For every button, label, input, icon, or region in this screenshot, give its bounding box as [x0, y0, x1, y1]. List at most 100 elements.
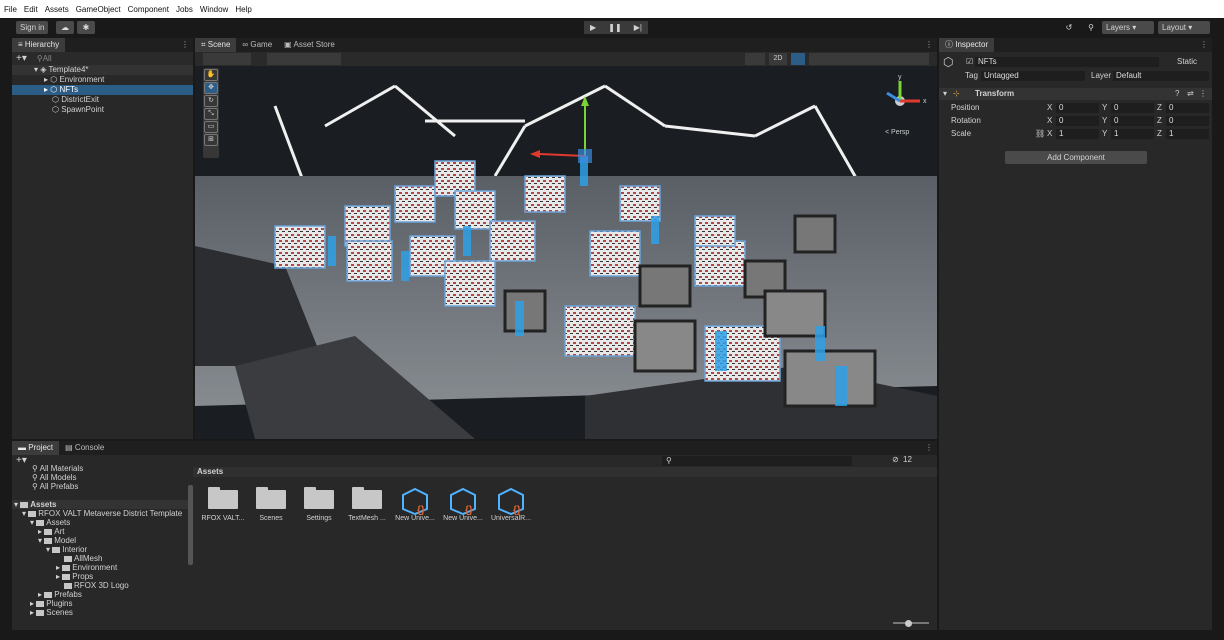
panel-menu-icon[interactable]: ⋮ [1200, 38, 1208, 52]
scene-viewport[interactable]: y x < Persp [195, 66, 937, 439]
tree-item[interactable]: RFOX 3D Logo [12, 581, 202, 590]
history-icon[interactable]: ↺ [1062, 21, 1076, 34]
tag-dropdown[interactable]: Untagged [981, 71, 1085, 81]
panel-menu-icon[interactable]: ⋮ [925, 38, 933, 52]
asset-folder-scenes[interactable]: Scenes [249, 487, 293, 522]
rotation-z-field[interactable]: 0 [1166, 116, 1209, 126]
rotation-x-field[interactable]: 0 [1056, 116, 1099, 126]
visibility-icon[interactable]: ⊘ [892, 455, 899, 464]
signin-button[interactable]: Sign in [16, 21, 49, 34]
presets-icon[interactable]: ⇌ [1187, 88, 1194, 100]
menu-gameobject[interactable]: GameObject [76, 5, 121, 14]
hidden-count: 12 [903, 455, 912, 464]
asset-render-pipeline-1[interactable]: {} New Unive... [393, 487, 437, 522]
asset-folder-rfox[interactable]: RFOX VALT... [201, 487, 245, 522]
help-icon[interactable]: ? [1175, 88, 1179, 100]
tree-item[interactable]: ▸ Props [12, 572, 202, 581]
scale-row: Scale ⛓ X 1 Y 1 Z 1 [939, 128, 1212, 140]
hierarchy-search-input[interactable]: All [43, 54, 52, 63]
scale-tool-icon[interactable]: ⤡ [204, 108, 218, 120]
tree-item[interactable]: ▾ Assets [12, 518, 202, 527]
layout-dropdown[interactable]: Layout ▾ [1158, 21, 1210, 34]
menu-edit[interactable]: Edit [24, 5, 38, 14]
game-tab-label: Game [250, 40, 273, 49]
object-name-field[interactable]: NFTs [975, 57, 1159, 67]
breadcrumb[interactable]: Assets [193, 467, 937, 477]
tree-item[interactable]: ▸ Art [12, 527, 202, 536]
pause-icon[interactable]: ❚❚ [608, 23, 621, 32]
transform-tool-icon[interactable]: ⊞ [204, 134, 218, 146]
mode-2d-button[interactable]: 2D [769, 53, 787, 65]
tree-item[interactable]: ▾ Model [12, 536, 202, 545]
tab-inspector[interactable]: ⓘ Inspector [939, 38, 995, 52]
shading-dropdown[interactable] [745, 53, 765, 65]
transform-header[interactable]: ▾ ⊹ Transform ? ⇌ ⋮ [939, 88, 1212, 100]
hierarchy-item-spawnpoint[interactable]: ⬡ SpawnPoint [12, 105, 193, 115]
tree-item[interactable]: ▾ RFOX VALT Metaverse District Template [12, 509, 202, 518]
tree-item[interactable]: ▸ Environment [12, 563, 202, 572]
asset-folder-textmesh[interactable]: TextMesh ... [345, 487, 389, 522]
scale-z-field[interactable]: 1 [1166, 129, 1209, 139]
context-menu-icon[interactable]: ⋮ [1199, 88, 1207, 100]
position-z-field[interactable]: 0 [1166, 103, 1209, 113]
panel-menu-icon[interactable]: ⋮ [925, 441, 933, 455]
tab-scene[interactable]: ⌗ Scene [195, 38, 237, 52]
favorite-item[interactable]: ⚲ All Prefabs [12, 482, 202, 491]
tab-console[interactable]: ▤ Console [59, 441, 110, 455]
menu-assets[interactable]: Assets [45, 5, 69, 14]
step-icon[interactable]: ▶| [634, 23, 642, 32]
tree-item-assets[interactable]: ▾ Assets [12, 500, 202, 509]
hierarchy-item-districtexit[interactable]: ⬡ DistrictExit [12, 95, 193, 105]
add-component-button[interactable]: Add Component [1005, 151, 1147, 164]
link-icon[interactable]: ⛓ [1035, 128, 1045, 140]
rect-tool-icon[interactable]: ▭ [204, 121, 218, 133]
menu-file[interactable]: File [4, 5, 17, 14]
hand-tool-icon[interactable]: ✋ [204, 69, 218, 81]
tab-project[interactable]: ▬ Project [12, 441, 60, 455]
tree-item[interactable]: ▸ Prefabs [12, 590, 202, 599]
menu-window[interactable]: Window [200, 5, 228, 14]
position-y-field[interactable]: 0 [1111, 103, 1154, 113]
project-search-input[interactable]: ⚲ [662, 456, 852, 466]
snap-tools[interactable] [267, 53, 341, 65]
play-icon[interactable]: ▶ [590, 23, 596, 32]
rotate-tool-icon[interactable]: ↻ [204, 95, 218, 107]
menu-help[interactable]: Help [235, 5, 251, 14]
layer-dropdown[interactable]: Default [1113, 71, 1209, 81]
asset-render-pipeline-2[interactable]: {} New Unive... [441, 487, 485, 522]
asset-render-pipeline-3[interactable]: {} UniversalR... [489, 487, 533, 522]
rotation-y-field[interactable]: 0 [1111, 116, 1154, 126]
layers-dropdown[interactable]: Layers ▾ [1102, 21, 1154, 34]
search-icon[interactable]: ⚲ [1084, 21, 1098, 34]
add-icon[interactable]: +▾ [16, 53, 27, 64]
tree-item[interactable]: ▸ Scenes [12, 608, 202, 617]
menu-component[interactable]: Component [128, 5, 169, 14]
asset-folder-settings[interactable]: Settings [297, 487, 341, 522]
tree-item[interactable]: ▾ Interior [12, 545, 202, 554]
favorite-item[interactable]: ⚲ All Models [12, 473, 202, 482]
hierarchy-scene-row[interactable]: ▾ ◈ Template4* [12, 65, 193, 75]
scale-x-field[interactable]: 1 [1056, 129, 1099, 139]
cloud-icon[interactable]: ☁ [56, 21, 74, 34]
tab-game[interactable]: ∞ Game [236, 38, 278, 52]
hierarchy-item-environment[interactable]: ▸ ⬡ Environment [12, 75, 193, 85]
static-toggle[interactable]: Static [1177, 56, 1197, 68]
tab-asset-store[interactable]: ▣ Asset Store [278, 38, 341, 52]
scale-y-field[interactable]: 1 [1111, 129, 1154, 139]
draw-mode-dropdown[interactable] [203, 53, 251, 65]
item-label: SpawnPoint [61, 105, 104, 114]
tree-item[interactable]: ▸ Plugins [12, 599, 202, 608]
active-checkbox[interactable]: ☑ [966, 56, 973, 68]
move-tool-icon[interactable]: ✥ [204, 82, 218, 94]
panel-menu-icon[interactable]: ⋮ [181, 38, 189, 52]
position-x-field[interactable]: 0 [1056, 103, 1099, 113]
menu-jobs[interactable]: Jobs [176, 5, 193, 14]
tree-item[interactable]: AllMesh [12, 554, 202, 563]
lighting-toggle[interactable] [791, 53, 805, 65]
icon-size-slider-handle[interactable] [905, 620, 912, 627]
tab-hierarchy[interactable]: ≡ Hierarchy [12, 38, 66, 52]
collab-icon[interactable]: ✱ [77, 21, 95, 34]
hierarchy-item-nfts[interactable]: ▸ ⬡ NFTs [12, 85, 193, 95]
favorite-item[interactable]: ⚲ All Materials [12, 464, 202, 473]
scene-overlay-toggles[interactable] [809, 53, 929, 65]
